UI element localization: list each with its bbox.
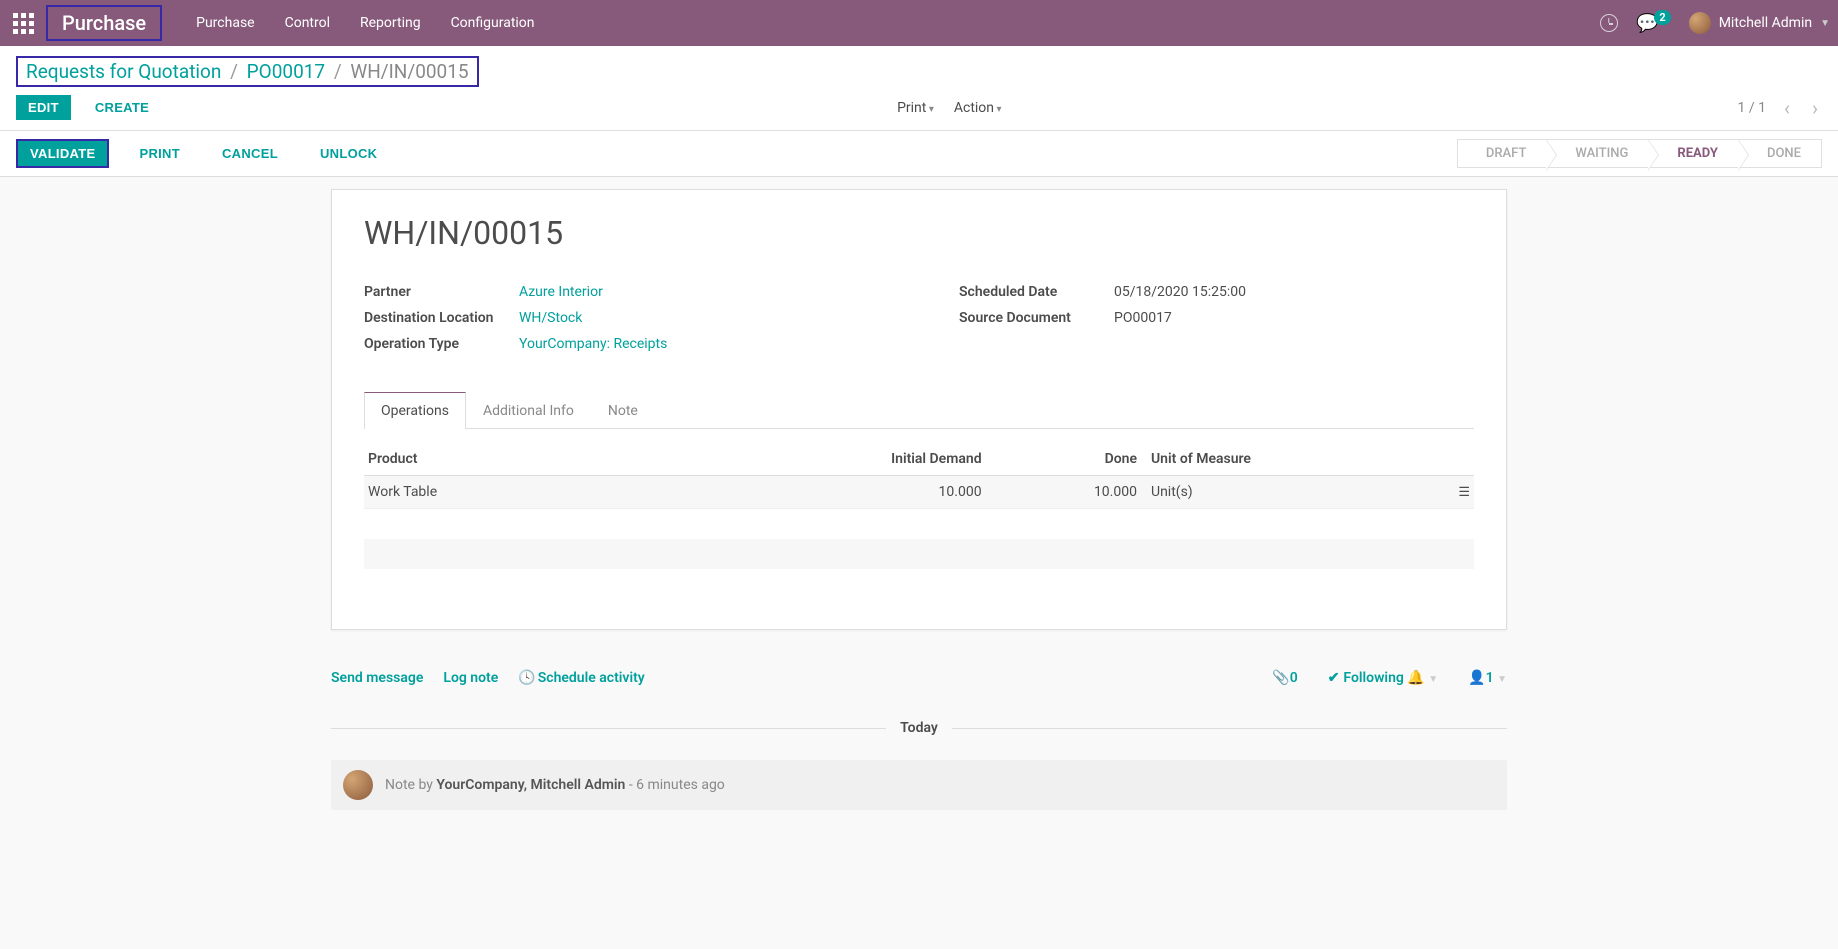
note-time: - 6 minutes ago (625, 777, 724, 793)
breadcrumb: Requests for Quotation / PO00017 / WH/IN… (16, 56, 479, 87)
col-uom: Unit of Measure (1141, 443, 1407, 476)
main-content: WH/IN/00015 Partner Azure Interior Desti… (0, 177, 1838, 630)
user-name: Mitchell Admin (1719, 15, 1812, 31)
pager-prev-icon[interactable]: ‹ (1780, 96, 1794, 120)
source-label: Source Document (959, 310, 1114, 326)
date-divider: Today (331, 720, 1507, 736)
print-dropdown[interactable]: Print (897, 100, 934, 116)
bell-icon: 🔔 (1407, 670, 1428, 686)
attachments-button[interactable]: 📎0 (1272, 670, 1297, 686)
tab-note[interactable]: Note (591, 392, 655, 429)
person-icon: 👤 (1468, 670, 1485, 686)
col-product: Product (364, 443, 786, 476)
table-footer (364, 539, 1474, 569)
pager-next-icon[interactable]: › (1808, 96, 1822, 120)
source-value: PO00017 (1114, 310, 1172, 326)
cell-uom: Unit(s) (1141, 476, 1407, 509)
status-done[interactable]: DONE (1738, 139, 1822, 168)
message-item: Note by YourCompany, Mitchell Admin - 6 … (331, 760, 1507, 810)
unlock-button[interactable]: UNLOCK (308, 141, 389, 166)
caret-down-icon: ▼ (1820, 18, 1830, 29)
avatar-icon (1689, 12, 1711, 34)
nav-reporting[interactable]: Reporting (360, 15, 421, 31)
log-note-button[interactable]: Log note (443, 670, 498, 686)
col-demand: Initial Demand (786, 443, 986, 476)
control-panel: Requests for Quotation / PO00017 / WH/IN… (0, 46, 1838, 131)
form-sheet: WH/IN/00015 Partner Azure Interior Desti… (331, 189, 1507, 630)
partner-value[interactable]: Azure Interior (519, 284, 603, 300)
note-prefix: Note by (385, 777, 436, 793)
nav-purchase[interactable]: Purchase (196, 15, 254, 31)
breadcrumb-root[interactable]: Requests for Quotation (26, 60, 221, 83)
sched-value: 05/18/2020 15:25:00 (1114, 284, 1246, 300)
pager-text: 1 / 1 (1737, 100, 1765, 116)
document-title: WH/IN/00015 (364, 214, 1474, 252)
breadcrumb-po[interactable]: PO00017 (247, 60, 325, 83)
tab-additional-info[interactable]: Additional Info (466, 392, 591, 429)
nav-configuration[interactable]: Configuration (451, 15, 535, 31)
optype-label: Operation Type (364, 336, 519, 352)
top-nav: Purchase Control Reporting Configuration (196, 15, 534, 31)
operations-table: Product Initial Demand Done Unit of Meas… (364, 443, 1474, 509)
attachment-icon: 📎 (1272, 670, 1289, 686)
dest-label: Destination Location (364, 310, 519, 326)
partner-label: Partner (364, 284, 519, 300)
detailed-operations-icon[interactable] (1456, 484, 1470, 500)
cancel-button[interactable]: CANCEL (210, 141, 290, 166)
edit-button[interactable]: EDIT (16, 95, 71, 120)
caret-down-icon: ▼ (1497, 674, 1507, 685)
schedule-activity-button[interactable]: 🕓Schedule activity (518, 670, 644, 686)
nav-control[interactable]: Control (285, 15, 330, 31)
tab-operations[interactable]: Operations (364, 392, 466, 429)
send-message-button[interactable]: Send message (331, 670, 423, 686)
following-button[interactable]: ✔Following 🔔 ▼ (1328, 670, 1438, 686)
tabs: Operations Additional Info Note (364, 392, 1474, 429)
apps-icon[interactable] (8, 8, 38, 38)
validate-button[interactable]: VALIDATE (16, 139, 109, 168)
user-menu[interactable]: Mitchell Admin ▼ (1689, 12, 1830, 34)
sched-label: Scheduled Date (959, 284, 1114, 300)
action-dropdown[interactable]: Action (954, 100, 1002, 116)
status-draft[interactable]: DRAFT (1457, 139, 1548, 168)
check-icon: ✔ (1328, 670, 1340, 686)
create-button[interactable]: CREATE (83, 95, 161, 120)
caret-down-icon: ▼ (1428, 674, 1438, 685)
col-done: Done (986, 443, 1141, 476)
table-row[interactable]: Work Table 10.000 10.000 Unit(s) (364, 476, 1474, 509)
cell-done: 10.000 (986, 476, 1141, 509)
note-author: YourCompany, Mitchell Admin (436, 777, 625, 793)
dest-value[interactable]: WH/Stock (519, 310, 582, 326)
statusbar: VALIDATE PRINT CANCEL UNLOCK DRAFT WAITI… (0, 131, 1838, 177)
chatter: Send message Log note 🕓Schedule activity… (331, 660, 1507, 810)
cell-demand: 10.000 (786, 476, 986, 509)
followers-button[interactable]: 👤1 ▼ (1468, 670, 1507, 686)
app-brand[interactable]: Purchase (46, 5, 162, 41)
breadcrumb-current: WH/IN/00015 (350, 60, 468, 83)
status-ready[interactable]: READY (1648, 139, 1739, 168)
status-waiting[interactable]: WAITING (1546, 139, 1649, 168)
messages-button[interactable]: 💬 2 (1636, 13, 1671, 34)
print-button[interactable]: PRINT (127, 141, 192, 166)
optype-value[interactable]: YourCompany: Receipts (519, 336, 667, 352)
chat-badge: 2 (1654, 10, 1670, 25)
clock-icon[interactable] (1600, 14, 1618, 32)
avatar-icon (343, 770, 373, 800)
clock-small-icon: 🕓 (518, 670, 535, 686)
topbar: Purchase Purchase Control Reporting Conf… (0, 0, 1838, 46)
cell-product: Work Table (364, 476, 786, 509)
